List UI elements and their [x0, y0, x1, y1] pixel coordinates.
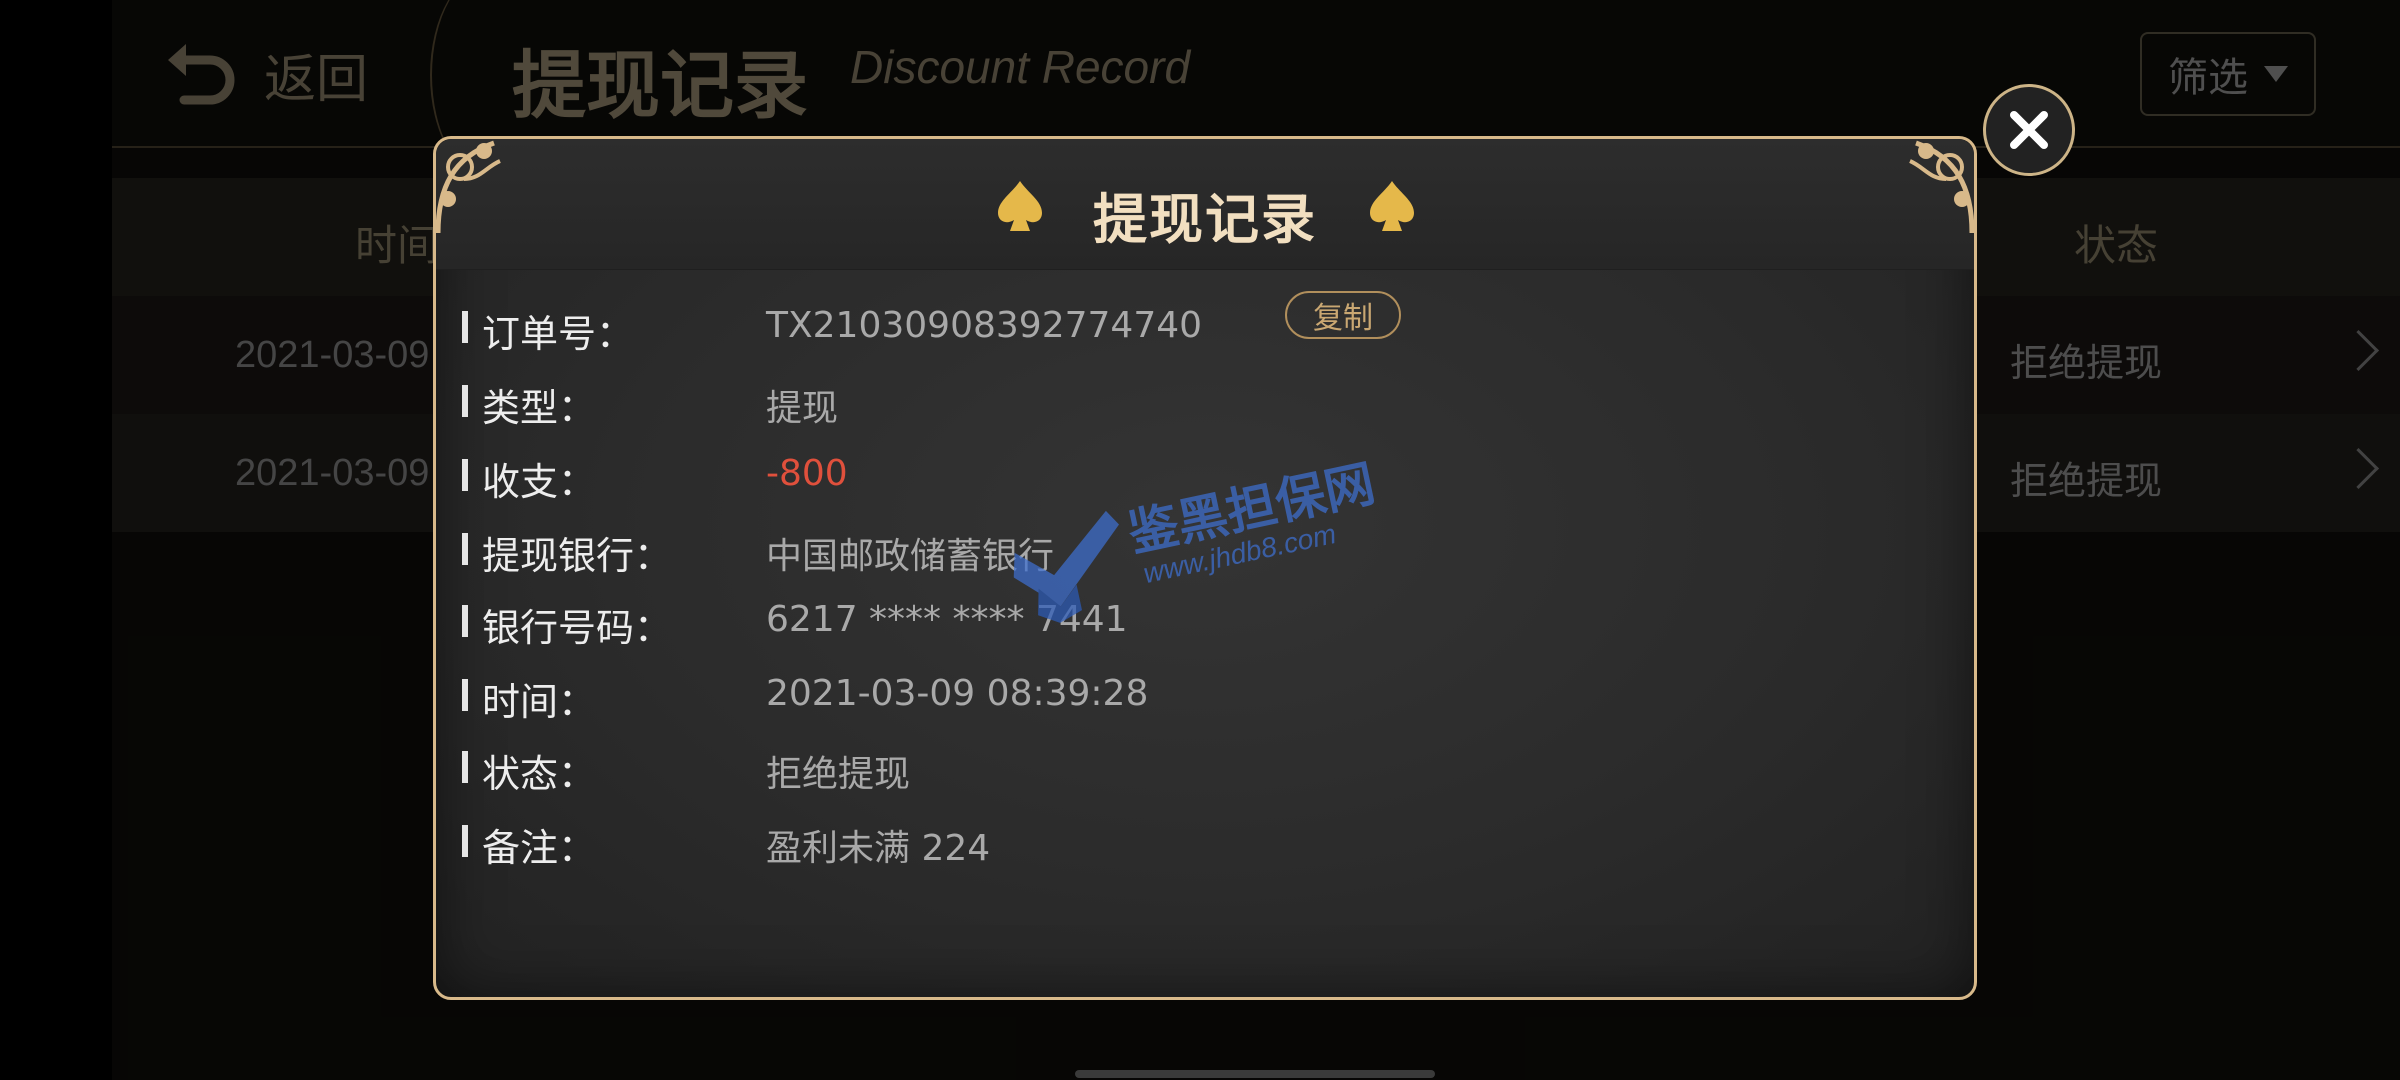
ornament-corner-icon [1909, 140, 1975, 234]
close-icon [2010, 111, 2048, 149]
time-value: 2021-03-09 08:39:28 [766, 673, 1149, 714]
field-remark: 备注： 盈利未满 224 [462, 813, 1942, 873]
label-bar [462, 825, 468, 857]
label-bar [462, 679, 468, 711]
field-label: 备注： [482, 826, 597, 870]
amount-value: -800 [766, 453, 848, 494]
spade-icon [1370, 181, 1414, 231]
field-label: 提现银行： [482, 534, 673, 578]
copy-button[interactable]: 复制 [1285, 291, 1401, 339]
dialog-title: 提现记录 [1093, 188, 1317, 251]
field-label: 类型： [482, 386, 597, 430]
field-status: 状态： 拒绝提现 [462, 739, 1942, 799]
label-bar [462, 385, 468, 417]
home-indicator [1075, 1070, 1435, 1078]
field-label: 订单号： [482, 312, 635, 356]
label-bar [462, 459, 468, 491]
field-label: 状态： [482, 752, 597, 796]
dialog-header: 提现记录 [436, 139, 1974, 270]
type-value: 提现 [766, 388, 839, 429]
field-label: 收支： [482, 460, 597, 504]
status-value: 拒绝提现 [766, 754, 911, 795]
field-type: 类型： 提现 [462, 373, 1942, 433]
field-time: 时间： 2021-03-09 08:39:28 [462, 667, 1942, 727]
label-bar [462, 751, 468, 783]
close-button[interactable] [1983, 84, 2075, 176]
ornament-corner-icon [435, 140, 501, 234]
watermark-logo-icon [1013, 510, 1120, 623]
order-number-value: TX21030908392774740 [766, 305, 1203, 346]
label-bar [462, 311, 468, 343]
field-label: 时间： [482, 680, 597, 724]
label-bar [462, 605, 468, 637]
field-label: 银行号码： [482, 606, 673, 650]
field-order-number: 订单号： TX21030908392774740 复制 [462, 291, 1942, 359]
label-bar [462, 533, 468, 565]
remark-value: 盈利未满 224 [766, 828, 991, 869]
